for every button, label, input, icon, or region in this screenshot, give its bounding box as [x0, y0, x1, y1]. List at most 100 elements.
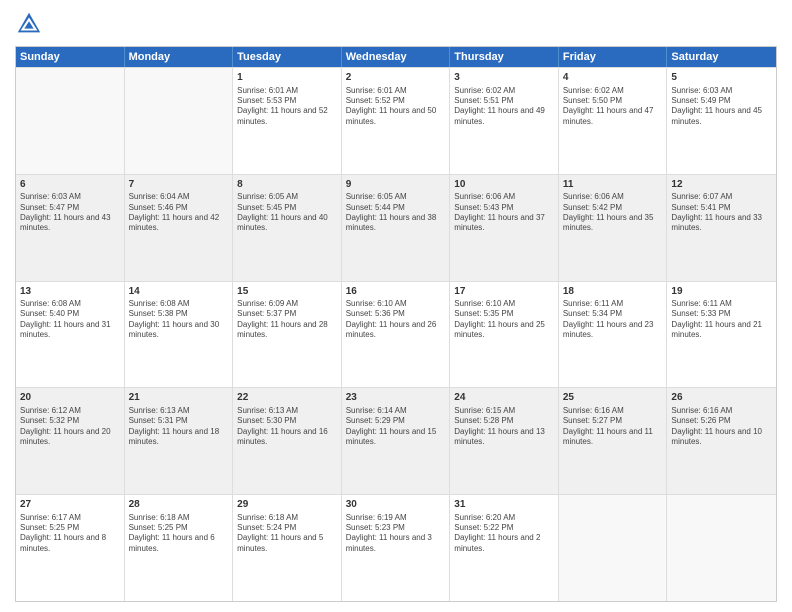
day-cell-5: 5Sunrise: 6:03 AMSunset: 5:49 PMDaylight… — [667, 68, 776, 174]
header-day-thursday: Thursday — [450, 47, 559, 67]
header-day-wednesday: Wednesday — [342, 47, 451, 67]
day-number: 1 — [237, 71, 337, 85]
day-cell-15: 15Sunrise: 6:09 AMSunset: 5:37 PMDayligh… — [233, 282, 342, 388]
day-number: 10 — [454, 178, 554, 192]
cell-info: Sunrise: 6:10 AMSunset: 5:36 PMDaylight:… — [346, 299, 446, 341]
day-number: 24 — [454, 391, 554, 405]
cell-info: Sunrise: 6:01 AMSunset: 5:53 PMDaylight:… — [237, 86, 337, 128]
day-cell-30: 30Sunrise: 6:19 AMSunset: 5:23 PMDayligh… — [342, 495, 451, 601]
day-cell-19: 19Sunrise: 6:11 AMSunset: 5:33 PMDayligh… — [667, 282, 776, 388]
day-cell-22: 22Sunrise: 6:13 AMSunset: 5:30 PMDayligh… — [233, 388, 342, 494]
day-number: 26 — [671, 391, 772, 405]
week-row-3: 13Sunrise: 6:08 AMSunset: 5:40 PMDayligh… — [16, 281, 776, 388]
day-number: 2 — [346, 71, 446, 85]
day-number: 20 — [20, 391, 120, 405]
day-number: 18 — [563, 285, 663, 299]
day-number: 22 — [237, 391, 337, 405]
week-row-1: 1Sunrise: 6:01 AMSunset: 5:53 PMDaylight… — [16, 67, 776, 174]
cell-info: Sunrise: 6:16 AMSunset: 5:26 PMDaylight:… — [671, 406, 772, 448]
day-number: 14 — [129, 285, 229, 299]
day-number: 5 — [671, 71, 772, 85]
day-number: 31 — [454, 498, 554, 512]
day-cell-3: 3Sunrise: 6:02 AMSunset: 5:51 PMDaylight… — [450, 68, 559, 174]
day-number: 28 — [129, 498, 229, 512]
day-number: 12 — [671, 178, 772, 192]
day-number: 4 — [563, 71, 663, 85]
cell-info: Sunrise: 6:12 AMSunset: 5:32 PMDaylight:… — [20, 406, 120, 448]
cell-info: Sunrise: 6:16 AMSunset: 5:27 PMDaylight:… — [563, 406, 663, 448]
empty-cell — [667, 495, 776, 601]
day-cell-6: 6Sunrise: 6:03 AMSunset: 5:47 PMDaylight… — [16, 175, 125, 281]
header-day-friday: Friday — [559, 47, 668, 67]
day-number: 17 — [454, 285, 554, 299]
header-day-tuesday: Tuesday — [233, 47, 342, 67]
day-cell-18: 18Sunrise: 6:11 AMSunset: 5:34 PMDayligh… — [559, 282, 668, 388]
day-number: 6 — [20, 178, 120, 192]
cell-info: Sunrise: 6:07 AMSunset: 5:41 PMDaylight:… — [671, 192, 772, 234]
day-number: 15 — [237, 285, 337, 299]
header — [15, 10, 777, 38]
logo — [15, 10, 47, 38]
cell-info: Sunrise: 6:02 AMSunset: 5:51 PMDaylight:… — [454, 86, 554, 128]
cell-info: Sunrise: 6:01 AMSunset: 5:52 PMDaylight:… — [346, 86, 446, 128]
day-number: 11 — [563, 178, 663, 192]
day-cell-24: 24Sunrise: 6:15 AMSunset: 5:28 PMDayligh… — [450, 388, 559, 494]
day-cell-9: 9Sunrise: 6:05 AMSunset: 5:44 PMDaylight… — [342, 175, 451, 281]
empty-cell — [16, 68, 125, 174]
day-number: 29 — [237, 498, 337, 512]
day-cell-16: 16Sunrise: 6:10 AMSunset: 5:36 PMDayligh… — [342, 282, 451, 388]
day-cell-11: 11Sunrise: 6:06 AMSunset: 5:42 PMDayligh… — [559, 175, 668, 281]
cell-info: Sunrise: 6:06 AMSunset: 5:42 PMDaylight:… — [563, 192, 663, 234]
cell-info: Sunrise: 6:06 AMSunset: 5:43 PMDaylight:… — [454, 192, 554, 234]
day-number: 16 — [346, 285, 446, 299]
day-number: 3 — [454, 71, 554, 85]
cell-info: Sunrise: 6:20 AMSunset: 5:22 PMDaylight:… — [454, 513, 554, 555]
day-cell-17: 17Sunrise: 6:10 AMSunset: 5:35 PMDayligh… — [450, 282, 559, 388]
day-cell-25: 25Sunrise: 6:16 AMSunset: 5:27 PMDayligh… — [559, 388, 668, 494]
week-row-5: 27Sunrise: 6:17 AMSunset: 5:25 PMDayligh… — [16, 494, 776, 601]
cell-info: Sunrise: 6:03 AMSunset: 5:49 PMDaylight:… — [671, 86, 772, 128]
day-cell-7: 7Sunrise: 6:04 AMSunset: 5:46 PMDaylight… — [125, 175, 234, 281]
cell-info: Sunrise: 6:03 AMSunset: 5:47 PMDaylight:… — [20, 192, 120, 234]
cell-info: Sunrise: 6:11 AMSunset: 5:34 PMDaylight:… — [563, 299, 663, 341]
day-number: 9 — [346, 178, 446, 192]
cell-info: Sunrise: 6:18 AMSunset: 5:25 PMDaylight:… — [129, 513, 229, 555]
empty-cell — [125, 68, 234, 174]
header-day-sunday: Sunday — [16, 47, 125, 67]
day-cell-2: 2Sunrise: 6:01 AMSunset: 5:52 PMDaylight… — [342, 68, 451, 174]
calendar-header: SundayMondayTuesdayWednesdayThursdayFrid… — [16, 47, 776, 67]
cell-info: Sunrise: 6:05 AMSunset: 5:44 PMDaylight:… — [346, 192, 446, 234]
cell-info: Sunrise: 6:05 AMSunset: 5:45 PMDaylight:… — [237, 192, 337, 234]
header-day-monday: Monday — [125, 47, 234, 67]
day-cell-1: 1Sunrise: 6:01 AMSunset: 5:53 PMDaylight… — [233, 68, 342, 174]
cell-info: Sunrise: 6:15 AMSunset: 5:28 PMDaylight:… — [454, 406, 554, 448]
day-number: 7 — [129, 178, 229, 192]
logo-icon — [15, 10, 43, 38]
cell-info: Sunrise: 6:11 AMSunset: 5:33 PMDaylight:… — [671, 299, 772, 341]
day-number: 25 — [563, 391, 663, 405]
cell-info: Sunrise: 6:08 AMSunset: 5:40 PMDaylight:… — [20, 299, 120, 341]
cell-info: Sunrise: 6:13 AMSunset: 5:30 PMDaylight:… — [237, 406, 337, 448]
cell-info: Sunrise: 6:14 AMSunset: 5:29 PMDaylight:… — [346, 406, 446, 448]
day-cell-10: 10Sunrise: 6:06 AMSunset: 5:43 PMDayligh… — [450, 175, 559, 281]
cell-info: Sunrise: 6:10 AMSunset: 5:35 PMDaylight:… — [454, 299, 554, 341]
page: SundayMondayTuesdayWednesdayThursdayFrid… — [0, 0, 792, 612]
day-number: 19 — [671, 285, 772, 299]
day-number: 8 — [237, 178, 337, 192]
cell-info: Sunrise: 6:08 AMSunset: 5:38 PMDaylight:… — [129, 299, 229, 341]
day-cell-13: 13Sunrise: 6:08 AMSunset: 5:40 PMDayligh… — [16, 282, 125, 388]
day-cell-21: 21Sunrise: 6:13 AMSunset: 5:31 PMDayligh… — [125, 388, 234, 494]
header-day-saturday: Saturday — [667, 47, 776, 67]
cell-info: Sunrise: 6:19 AMSunset: 5:23 PMDaylight:… — [346, 513, 446, 555]
cell-info: Sunrise: 6:13 AMSunset: 5:31 PMDaylight:… — [129, 406, 229, 448]
day-number: 13 — [20, 285, 120, 299]
week-row-4: 20Sunrise: 6:12 AMSunset: 5:32 PMDayligh… — [16, 387, 776, 494]
day-cell-27: 27Sunrise: 6:17 AMSunset: 5:25 PMDayligh… — [16, 495, 125, 601]
empty-cell — [559, 495, 668, 601]
day-cell-8: 8Sunrise: 6:05 AMSunset: 5:45 PMDaylight… — [233, 175, 342, 281]
day-cell-31: 31Sunrise: 6:20 AMSunset: 5:22 PMDayligh… — [450, 495, 559, 601]
cell-info: Sunrise: 6:02 AMSunset: 5:50 PMDaylight:… — [563, 86, 663, 128]
day-cell-14: 14Sunrise: 6:08 AMSunset: 5:38 PMDayligh… — [125, 282, 234, 388]
day-cell-29: 29Sunrise: 6:18 AMSunset: 5:24 PMDayligh… — [233, 495, 342, 601]
day-number: 21 — [129, 391, 229, 405]
